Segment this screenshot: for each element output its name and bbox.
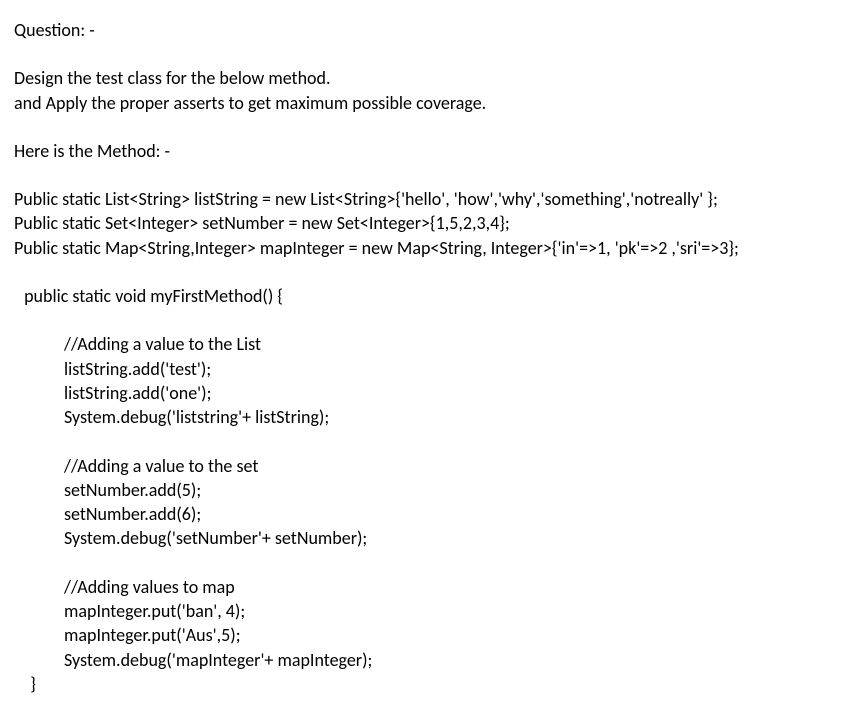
blank-line	[14, 260, 853, 284]
declaration-map: Public static Map<String,Integer> mapInt…	[14, 236, 853, 260]
code-list-debug: System.debug('liststring'+ listString);	[14, 405, 853, 429]
blank-line	[14, 551, 853, 575]
code-list-add2: listString.add('one');	[14, 381, 853, 405]
declaration-set: Public static Set<Integer> setNumber = n…	[14, 211, 853, 235]
declaration-list: Public static List<String> listString = …	[14, 187, 853, 211]
intro-line-1: Design the test class for the below meth…	[14, 66, 853, 90]
blank-line	[14, 430, 853, 454]
code-set-add1: setNumber.add(5);	[14, 478, 853, 502]
comment-map: //Adding values to map	[14, 575, 853, 599]
method-signature: public static void myFirstMethod() {	[14, 284, 853, 308]
blank-line	[14, 115, 853, 139]
comment-set: //Adding a value to the set	[14, 454, 853, 478]
code-set-debug: System.debug('setNumber'+ setNumber);	[14, 526, 853, 550]
code-map-put1: mapInteger.put('ban', 4);	[14, 599, 853, 623]
blank-line	[14, 163, 853, 187]
close-brace: }	[14, 672, 853, 696]
method-label: Here is the Method: -	[14, 139, 853, 163]
comment-list: //Adding a value to the List	[14, 332, 853, 356]
code-list-add1: listString.add('test');	[14, 357, 853, 381]
question-label: Question: -	[14, 18, 853, 42]
code-set-add2: setNumber.add(6);	[14, 502, 853, 526]
code-map-put2: mapInteger.put('Aus',5);	[14, 623, 853, 647]
code-map-debug: System.debug('mapInteger'+ mapInteger);	[14, 648, 853, 672]
intro-line-2: and Apply the proper asserts to get maxi…	[14, 91, 853, 115]
blank-line	[14, 308, 853, 332]
blank-line	[14, 42, 853, 66]
